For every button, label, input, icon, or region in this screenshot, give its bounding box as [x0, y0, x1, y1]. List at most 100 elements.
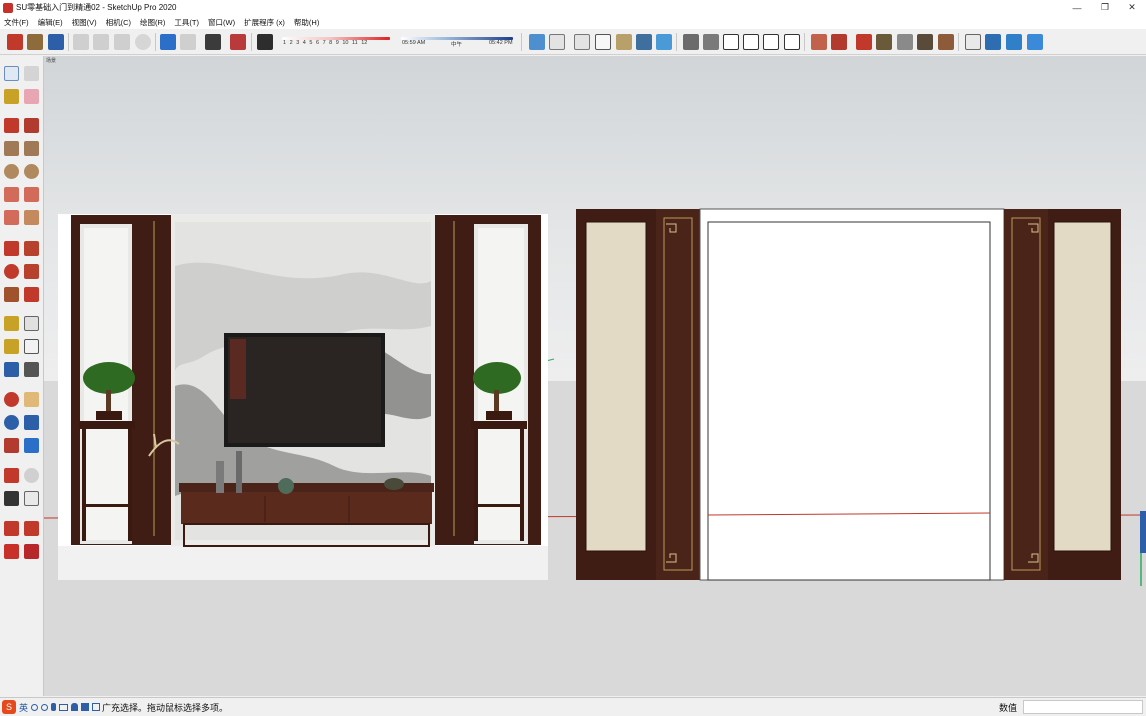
- restore-button[interactable]: ❐: [1091, 0, 1119, 15]
- position-camera-icon[interactable]: [4, 468, 19, 483]
- left-view-icon[interactable]: [784, 34, 800, 50]
- freehand-tool-icon[interactable]: [24, 118, 39, 133]
- paint-bucket-icon[interactable]: [4, 89, 19, 104]
- measurements-input[interactable]: [1023, 700, 1143, 714]
- ime-keyboard-icon[interactable]: [59, 703, 69, 711]
- photo-texture-icon[interactable]: [917, 34, 933, 50]
- close-button[interactable]: ✕: [1118, 0, 1146, 15]
- wireframe-icon[interactable]: [574, 34, 590, 50]
- sandbox-icon[interactable]: [938, 34, 954, 50]
- ime-user-icon[interactable]: [71, 703, 79, 711]
- shaded-icon[interactable]: [616, 34, 632, 50]
- scale-tool-icon[interactable]: [4, 287, 19, 302]
- two-point-arc-icon[interactable]: [24, 187, 39, 202]
- ruby-console-icon[interactable]: [24, 544, 39, 559]
- pan-tool-icon[interactable]: [24, 392, 39, 407]
- dimension-tool-icon[interactable]: [24, 316, 39, 331]
- ime-lang-toggle[interactable]: 英: [19, 701, 28, 714]
- move-tool-icon[interactable]: [4, 241, 19, 256]
- model-info-icon[interactable]: [230, 34, 246, 50]
- rectangle-tool-icon[interactable]: [4, 141, 19, 156]
- look-around-icon[interactable]: [24, 468, 39, 483]
- section-fill-icon[interactable]: [1027, 34, 1043, 50]
- axes-tool-icon[interactable]: [4, 362, 19, 377]
- line-tool-icon[interactable]: [4, 118, 19, 133]
- arc-tool-icon[interactable]: [4, 187, 19, 202]
- ime-toolbar[interactable]: S 英: [2, 700, 101, 714]
- cut-icon[interactable]: [73, 34, 89, 50]
- ime-grid-icon[interactable]: [92, 703, 101, 711]
- monochrome-icon[interactable]: [656, 34, 672, 50]
- rotated-rectangle-icon[interactable]: [24, 141, 39, 156]
- section-plane-tool-icon[interactable]: [24, 491, 39, 506]
- extension-warehouse-icon[interactable]: [856, 34, 872, 50]
- open-file-icon[interactable]: [27, 34, 43, 50]
- paste-icon[interactable]: [114, 34, 130, 50]
- select-tool-icon[interactable]: [4, 66, 19, 81]
- offset-tool-icon[interactable]: [24, 287, 39, 302]
- menu-camera[interactable]: 相机(C): [106, 17, 131, 28]
- save-icon[interactable]: [48, 34, 64, 50]
- new-file-icon[interactable]: [7, 34, 23, 50]
- zoom-tool-icon[interactable]: [4, 415, 19, 430]
- right-view-icon[interactable]: [743, 34, 759, 50]
- polygon-tool-icon[interactable]: [24, 164, 39, 179]
- top-view-icon[interactable]: [703, 34, 719, 50]
- undo-icon[interactable]: [160, 34, 176, 50]
- front-view-icon[interactable]: [723, 34, 739, 50]
- back-view-icon[interactable]: [763, 34, 779, 50]
- walk-tool-icon[interactable]: [4, 491, 19, 506]
- tape-measure-icon[interactable]: [4, 316, 19, 331]
- shaded-textures-icon[interactable]: [636, 34, 652, 50]
- component-tool-icon[interactable]: [24, 66, 39, 81]
- three-point-arc-icon[interactable]: [4, 210, 19, 225]
- hidden-line-icon[interactable]: [595, 34, 611, 50]
- menu-window[interactable]: 窗口(W): [208, 17, 235, 28]
- extension-manager-icon[interactable]: [4, 544, 19, 559]
- section-display-icon[interactable]: [985, 34, 1001, 50]
- ime-emoji-icon[interactable]: [41, 703, 49, 711]
- circle-tool-icon[interactable]: [4, 164, 19, 179]
- push-pull-icon[interactable]: [24, 241, 39, 256]
- text-tool-icon[interactable]: [24, 339, 39, 354]
- follow-me-icon[interactable]: [24, 264, 39, 279]
- share-model-icon[interactable]: [831, 34, 847, 50]
- shadows-toggle-icon[interactable]: [257, 34, 273, 50]
- previous-view-icon[interactable]: [24, 438, 39, 453]
- menu-draw[interactable]: 绘图(R): [140, 17, 165, 28]
- sogou-input-icon[interactable]: S: [2, 700, 16, 714]
- menu-tools[interactable]: 工具(T): [174, 17, 199, 28]
- menu-edit[interactable]: 编辑(E): [38, 17, 63, 28]
- toggle-terrain-icon[interactable]: [897, 34, 913, 50]
- menu-file[interactable]: 文件(F): [4, 17, 29, 28]
- zoom-window-icon[interactable]: [24, 415, 39, 430]
- zoom-extents-icon[interactable]: [4, 438, 19, 453]
- protractor-icon[interactable]: [4, 339, 19, 354]
- minimize-button[interactable]: —: [1063, 0, 1091, 15]
- share-component-icon[interactable]: [24, 521, 39, 536]
- redo-icon[interactable]: [180, 34, 196, 50]
- erase-icon[interactable]: [135, 34, 151, 50]
- ime-mic-icon[interactable]: [51, 703, 57, 711]
- ime-punct-icon[interactable]: [31, 703, 39, 711]
- orbit-tool-icon[interactable]: [4, 392, 19, 407]
- eraser-icon[interactable]: [24, 89, 39, 104]
- menu-help[interactable]: 帮助(H): [294, 17, 319, 28]
- ime-skin-icon[interactable]: [81, 703, 90, 711]
- menu-extensions[interactable]: 扩展程序 (x): [244, 17, 285, 28]
- pie-tool-icon[interactable]: [24, 210, 39, 225]
- print-icon[interactable]: [205, 34, 221, 50]
- copy-icon[interactable]: [93, 34, 109, 50]
- menu-view[interactable]: 视图(V): [72, 17, 97, 28]
- warehouse-icon[interactable]: [811, 34, 827, 50]
- modeling-viewport[interactable]: 场景: [44, 56, 1146, 696]
- iso-view-icon[interactable]: [683, 34, 699, 50]
- section-plane-icon[interactable]: [965, 34, 981, 50]
- xray-icon[interactable]: [529, 34, 545, 50]
- warehouse-tool-icon[interactable]: [4, 521, 19, 536]
- add-location-icon[interactable]: [876, 34, 892, 50]
- back-edges-icon[interactable]: [549, 34, 565, 50]
- rotate-tool-icon[interactable]: [4, 264, 19, 279]
- 3d-text-icon[interactable]: [24, 362, 39, 377]
- section-cuts-icon[interactable]: [1006, 34, 1022, 50]
